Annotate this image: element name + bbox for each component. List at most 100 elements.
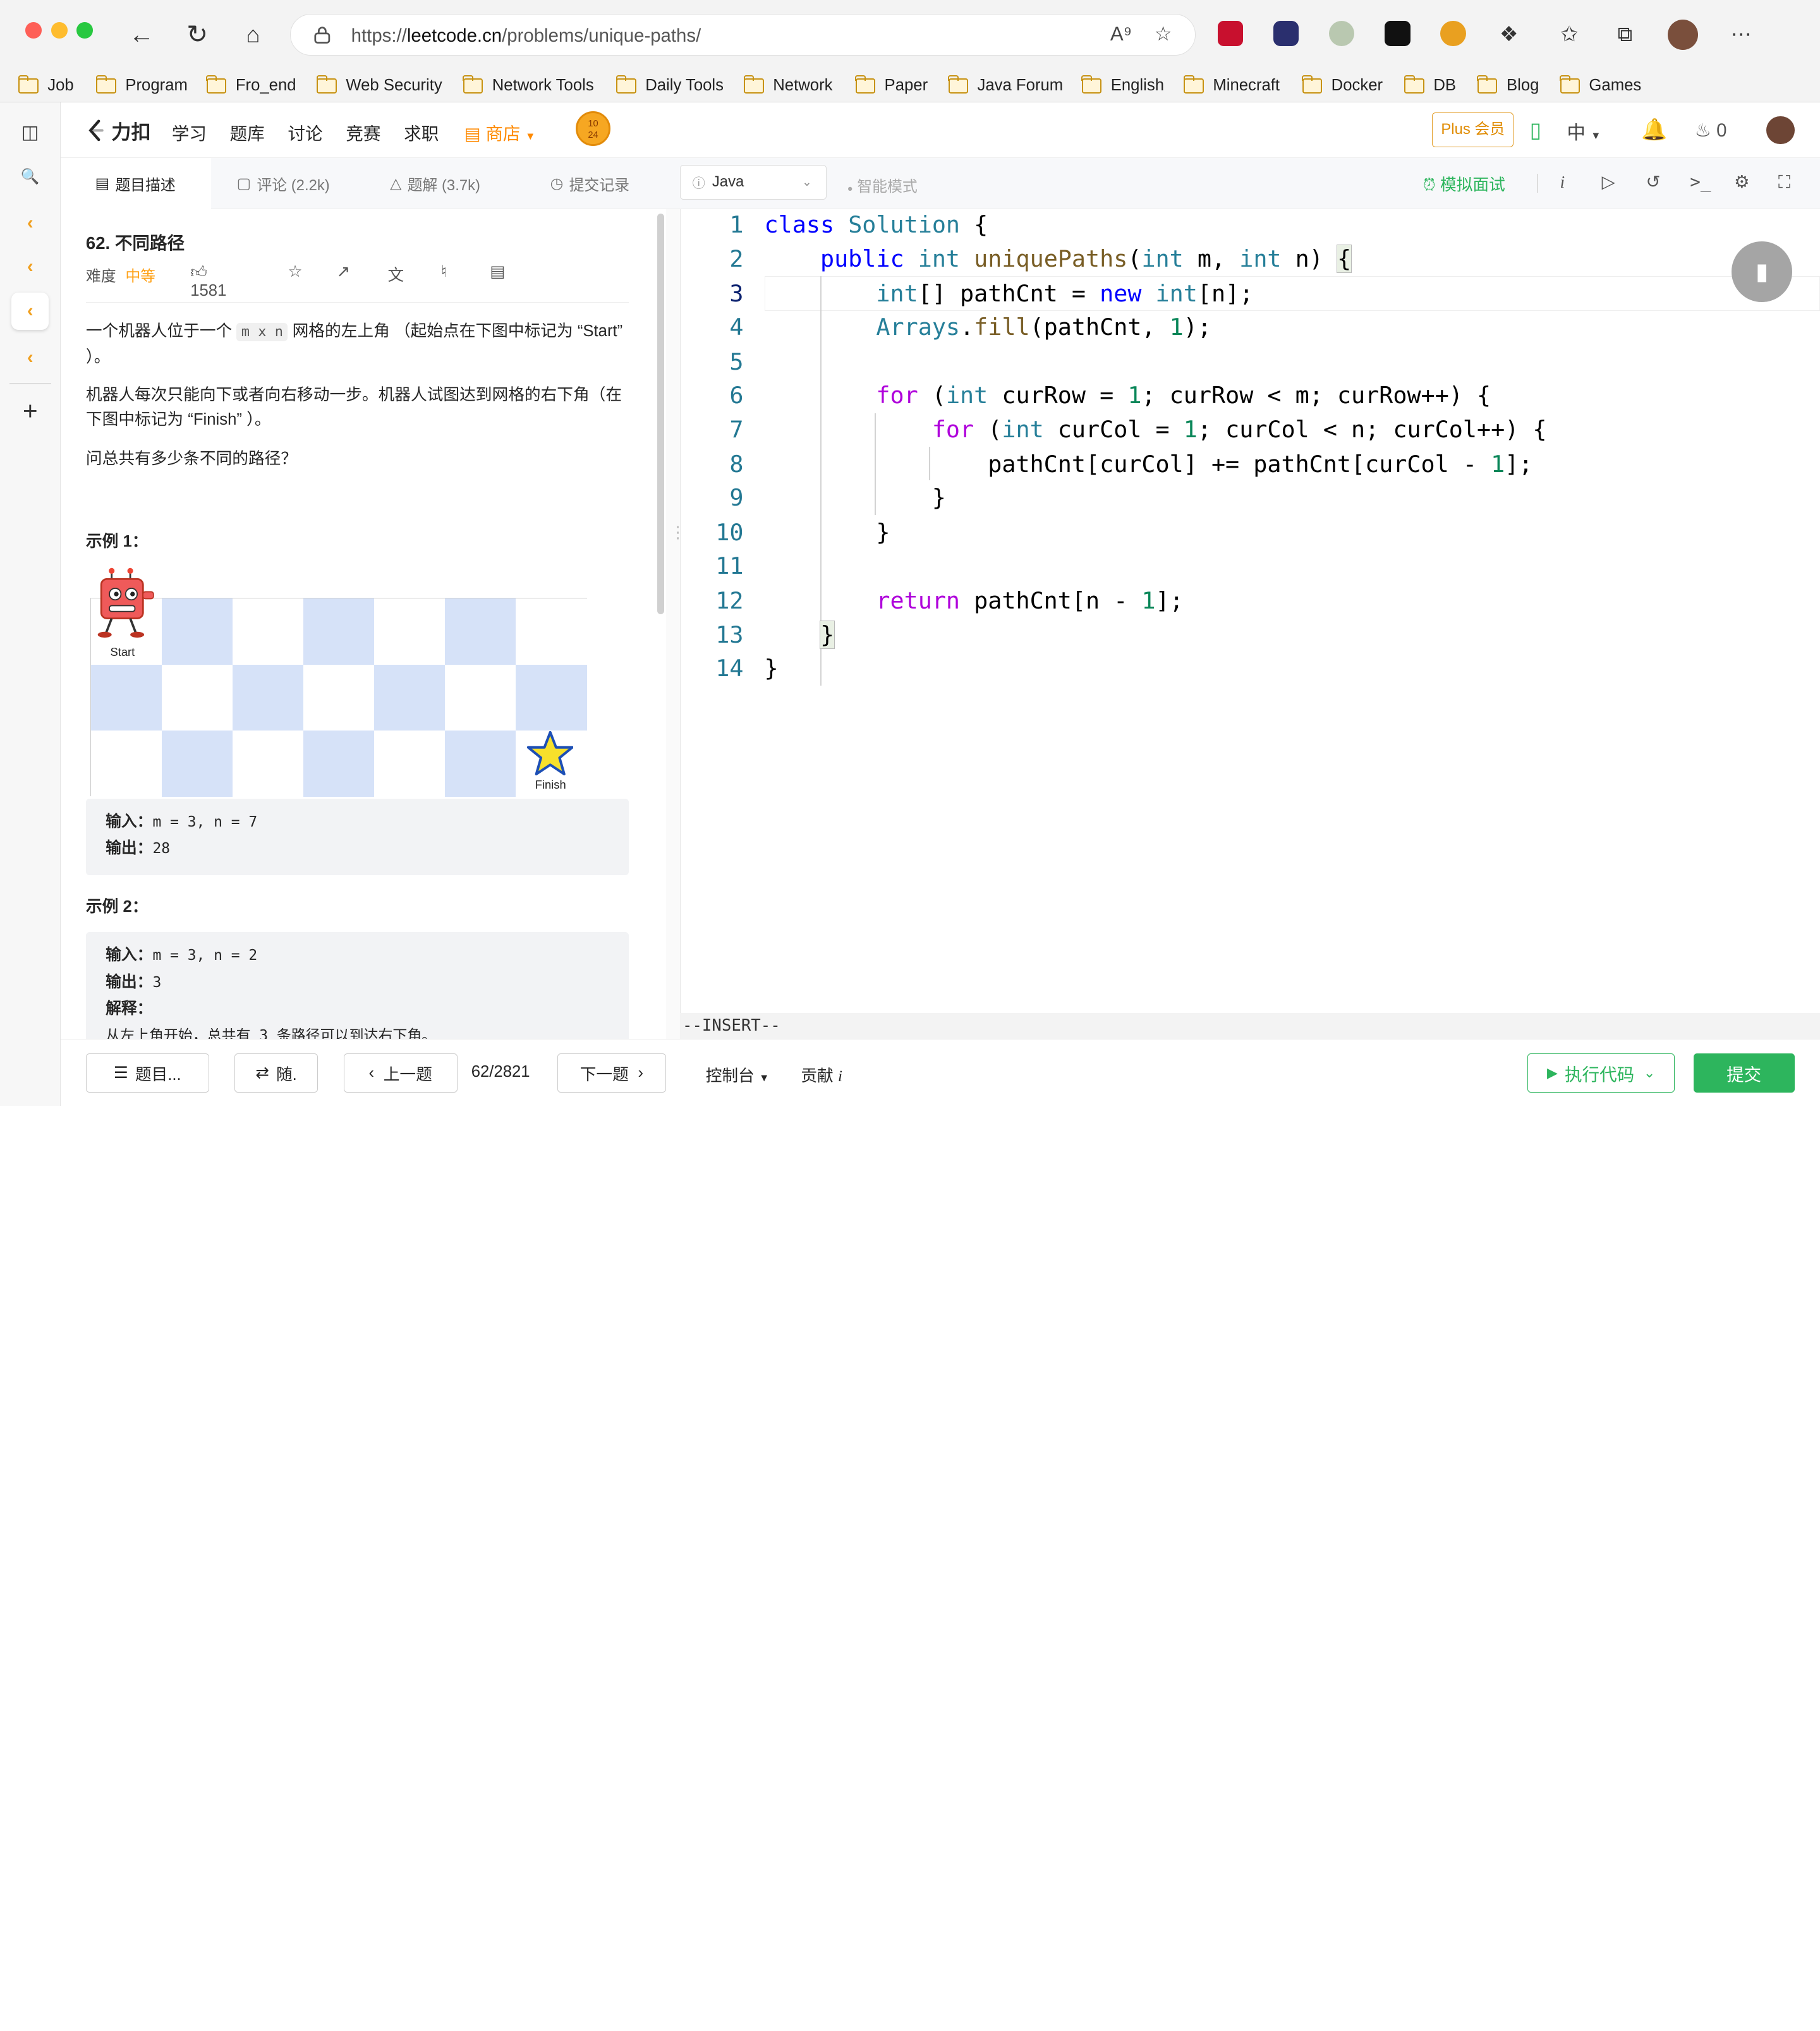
bookmark-folder[interactable]: Blog	[1477, 70, 1539, 102]
fullscreen-icon[interactable]: ⛶	[1778, 172, 1790, 193]
leetcode-tab-icon[interactable]: ‹	[11, 204, 49, 241]
contribute-button[interactable]: 贡献 i	[801, 1063, 842, 1086]
bookmark-folder[interactable]: Daily Tools	[616, 70, 724, 102]
star-icon[interactable]: ☆	[288, 262, 302, 281]
plus-member-button[interactable]: Plus 会员	[1432, 112, 1514, 148]
bookmark-folder[interactable]: DB	[1404, 70, 1456, 102]
bookmark-folder[interactable]: Network	[743, 70, 833, 102]
search-tab-icon[interactable]: 🔍	[11, 158, 49, 195]
random-problem-button[interactable]: ⇄ 随.	[234, 1053, 318, 1093]
like-button[interactable]: 👍︎ 1581	[190, 262, 226, 300]
favorite-add-icon[interactable]: ☆	[1155, 23, 1172, 45]
bookmark-folder[interactable]: Minecraft	[1183, 70, 1280, 102]
problem-list-button[interactable]: ☰ 题目...	[85, 1053, 209, 1093]
code-editor[interactable]: 1 2 3 4 5 6 7 8 9 10 11 12 13 14 class S…	[680, 209, 1820, 1014]
favorites-icon[interactable]: ✩	[1553, 18, 1586, 51]
bookmark-note-icon[interactable]: ▮	[1732, 241, 1792, 302]
lock-icon	[314, 26, 331, 44]
code-line: return pathCnt[n - 1];	[876, 587, 1184, 615]
translate-icon[interactable]: 文	[387, 262, 404, 286]
notification-bell-icon[interactable]: 🔔	[1641, 118, 1667, 142]
bookmark-folder[interactable]: Web Security	[316, 70, 442, 102]
mock-interview-button[interactable]: ⏰︎ 模拟面试	[1423, 172, 1505, 195]
url-prefix: https://	[351, 25, 407, 46]
store-icon: ▤	[464, 124, 481, 144]
bookmark-folder[interactable]: Fro_end	[206, 70, 296, 102]
tab-solutions[interactable]: △ 题解 (3.7k)	[390, 158, 480, 209]
home-icon[interactable]: ⌂	[237, 18, 269, 51]
bookmark-folder[interactable]: Network Tools	[463, 70, 594, 102]
terminal-icon[interactable]: >_	[1690, 172, 1711, 192]
feedback-icon[interactable]: ▤	[490, 262, 505, 281]
collections-icon[interactable]: ⧉	[1609, 18, 1641, 51]
mobile-app-icon[interactable]: ▯	[1530, 118, 1541, 143]
bookmark-folder[interactable]: English	[1081, 70, 1164, 102]
finish-label: Finish	[535, 777, 566, 791]
site-logo[interactable]: 力扣	[86, 116, 151, 145]
1024-badge[interactable]: 10 24	[575, 111, 611, 147]
start-label: Start	[110, 645, 135, 659]
close-window-button[interactable]	[25, 21, 42, 39]
panel-resize-handle[interactable]	[666, 209, 686, 1039]
bookmark-folder[interactable]: Java Forum	[947, 70, 1063, 102]
address-bar[interactable]: https://leetcode.cn/problems/unique-path…	[290, 14, 1196, 56]
bookmark-folder[interactable]: Games	[1559, 70, 1641, 102]
smart-mode-toggle[interactable]: ● 智能模式	[847, 174, 918, 196]
nav-discuss[interactable]: 讨论	[288, 119, 322, 145]
play-icon[interactable]: ▷	[1602, 172, 1615, 192]
url-text[interactable]: https://leetcode.cn/problems/unique-path…	[351, 25, 701, 47]
bookmark-folder[interactable]: Program	[95, 70, 188, 102]
maximize-window-button[interactable]	[76, 21, 93, 39]
extensions-puzzle-icon[interactable]: ❖	[1493, 18, 1525, 51]
tab-description[interactable]: ▤ 题目描述	[60, 157, 212, 209]
leetcode-tab-icon[interactable]: ‹	[11, 248, 49, 286]
language-switch[interactable]: 中 ▼	[1567, 118, 1601, 145]
prev-problem-button[interactable]: ‹ 上一题	[343, 1053, 458, 1093]
nav-jobs[interactable]: 求职	[404, 119, 439, 145]
reset-icon[interactable]: ↺	[1646, 172, 1660, 192]
sidebar-toggle-icon[interactable]: ◫	[11, 114, 49, 151]
bookmark-label: Program	[125, 76, 188, 95]
run-code-button[interactable]: ▶ 执行代码 ⌄	[1527, 1053, 1675, 1093]
extension-icon[interactable]	[1273, 21, 1299, 47]
like-count: 1581	[190, 282, 227, 300]
extension-icon[interactable]	[1385, 21, 1410, 47]
leetcode-tab-icon[interactable]: ‹	[11, 339, 49, 376]
nav-problemset[interactable]: 题库	[230, 119, 265, 145]
chevron-down-icon: ▼	[1591, 130, 1601, 142]
bell-icon[interactable]: ♮	[441, 262, 447, 281]
user-avatar[interactable]	[1766, 116, 1795, 144]
info-icon[interactable]: i	[1560, 172, 1565, 192]
tab-comments[interactable]: ▢ 评论 (2.2k)	[237, 158, 330, 209]
language-select[interactable]: ⓘ Java ⌄	[680, 164, 827, 200]
leetcode-tab-active-icon[interactable]: ‹	[11, 292, 49, 330]
extension-icon[interactable]	[1440, 21, 1466, 47]
profile-avatar[interactable]	[1668, 20, 1699, 50]
submit-button[interactable]: 提交	[1693, 1053, 1795, 1093]
tab-submissions[interactable]: ◷ 提交记录	[550, 158, 629, 209]
smart-mode-label: 智能模式	[857, 178, 918, 196]
nav-store[interactable]: ▤ 商店 ▼	[464, 119, 536, 145]
minimize-window-button[interactable]	[51, 21, 68, 39]
reload-icon[interactable]: ↻	[181, 18, 214, 51]
read-aloud-icon[interactable]: A⁹	[1110, 23, 1132, 45]
nav-contest[interactable]: 竞赛	[346, 119, 380, 145]
grid-cell	[445, 598, 516, 665]
bookmark-folder[interactable]: Paper	[854, 70, 928, 102]
folder-icon	[206, 75, 227, 94]
extension-icon[interactable]	[1217, 21, 1244, 47]
description-scrollbar[interactable]	[657, 213, 664, 614]
streak-counter[interactable]: ♨ 0	[1695, 119, 1727, 142]
back-icon[interactable]: ←	[125, 18, 157, 51]
extension-icon[interactable]	[1329, 21, 1355, 47]
bookmark-folder[interactable]: Job	[18, 70, 74, 102]
settings-icon[interactable]: ⚙	[1734, 172, 1750, 192]
nav-learn[interactable]: 学习	[172, 119, 207, 145]
console-toggle[interactable]: 控制台 ▼	[706, 1063, 770, 1086]
next-problem-button[interactable]: 下一题 ›	[557, 1053, 667, 1093]
more-menu-icon[interactable]: ⋯	[1725, 18, 1757, 51]
new-tab-icon[interactable]: +	[11, 392, 49, 430]
code-line: }	[819, 620, 835, 649]
share-icon[interactable]: ↗	[337, 262, 351, 281]
bookmark-folder[interactable]: Docker	[1302, 70, 1383, 102]
